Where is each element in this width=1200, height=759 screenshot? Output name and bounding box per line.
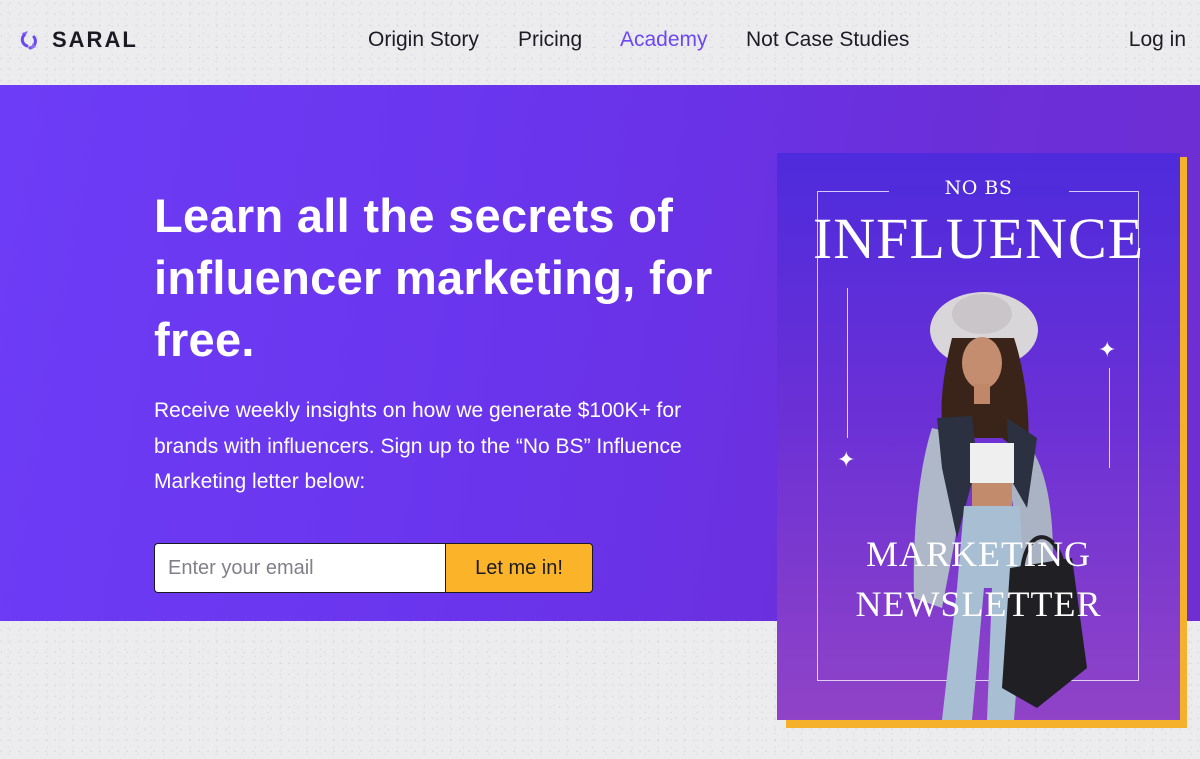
signup-form: Let me in! xyxy=(154,543,593,593)
nav-link-origin-story[interactable]: Origin Story xyxy=(368,27,479,53)
login-link[interactable]: Log in xyxy=(1129,27,1186,53)
cover-subtitle-1: MARKETING xyxy=(866,534,1091,574)
email-input[interactable] xyxy=(154,543,445,593)
top-nav: SARAL Origin Story Pricing Academy Not C… xyxy=(0,0,1200,85)
newsletter-cover-image: NO BS INFLUENCE ✦ ✦ MARKETING NEWSLETTER xyxy=(777,153,1180,720)
cover-title: INFLUENCE xyxy=(812,206,1145,271)
hero-subtext: Receive weekly insights on how we genera… xyxy=(154,399,682,493)
cover-subtitle-2: NEWSLETTER xyxy=(855,584,1102,624)
hero-headline: Learn all the secrets of influencer mark… xyxy=(154,189,713,366)
nav-link-academy[interactable]: Academy xyxy=(620,27,708,53)
cover-kicker: NO BS xyxy=(944,177,1013,199)
submit-button[interactable]: Let me in! xyxy=(445,543,593,593)
nav-link-not-case-studies[interactable]: Not Case Studies xyxy=(746,27,909,53)
sparkle-icon: ✦ xyxy=(837,447,856,472)
model-photo xyxy=(913,292,1087,720)
nav-links: Origin Story Pricing Academy Not Case St… xyxy=(0,27,1200,53)
nav-link-pricing[interactable]: Pricing xyxy=(518,27,582,53)
